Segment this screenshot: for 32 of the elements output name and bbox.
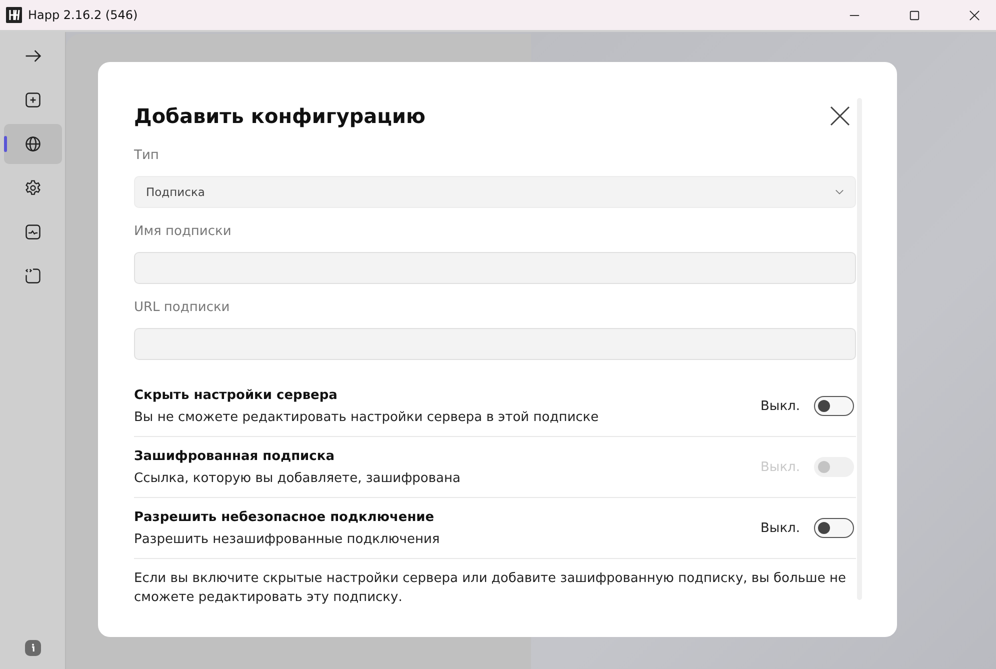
maximize-icon[interactable] bbox=[909, 10, 920, 20]
toggle-state-label: Выкл. bbox=[760, 398, 800, 414]
activity-icon bbox=[24, 223, 42, 241]
settings-icon bbox=[24, 179, 42, 197]
input-field[interactable] bbox=[134, 252, 856, 284]
setting-description: Ссылка, которую вы добавляете, зашифрована bbox=[134, 470, 462, 486]
field-label: Тип bbox=[134, 148, 160, 165]
toggle-state-label: Выкл. bbox=[760, 520, 800, 536]
setting-title: Зашифрованная подписка bbox=[134, 448, 336, 464]
code-icon bbox=[24, 267, 42, 285]
close-icon[interactable] bbox=[830, 106, 850, 126]
add-icon bbox=[24, 91, 42, 109]
globe-icon bbox=[24, 135, 42, 153]
type-dropdown[interactable]: Подписка bbox=[134, 176, 856, 208]
field-label: URL подписки bbox=[134, 300, 231, 317]
window-title: Happ 2.16.2 (546) bbox=[28, 8, 138, 22]
close-icon[interactable] bbox=[969, 10, 980, 20]
setting-description: Вы не сможете редактировать настройки сервера в этой подписке bbox=[134, 410, 600, 424]
arrow-icon bbox=[24, 47, 42, 65]
setting-title: Скрыть настройки сервера bbox=[134, 388, 338, 402]
warning-note: Если вы включите скрытые настройки сервера или добавите зашифрованную подписку, вы больше не сможете редактировать эту подписку. bbox=[134, 570, 847, 607]
setting-title: Разрешить небезопасное подключение bbox=[134, 510, 436, 524]
toggle-switch[interactable] bbox=[814, 396, 854, 416]
chevron-down-icon bbox=[835, 189, 844, 195]
input-field[interactable] bbox=[134, 328, 856, 360]
sidebar-item[interactable] bbox=[4, 124, 62, 164]
app-logo-icon bbox=[6, 7, 22, 23]
info-icon[interactable] bbox=[24, 640, 40, 656]
field-label: Имя подписки bbox=[134, 224, 232, 241]
setting-description: Разрешить незашифрованные подключения bbox=[134, 532, 441, 546]
dialog-title: Добавить конфигурацию bbox=[134, 104, 426, 128]
toggle-switch[interactable] bbox=[814, 518, 854, 538]
